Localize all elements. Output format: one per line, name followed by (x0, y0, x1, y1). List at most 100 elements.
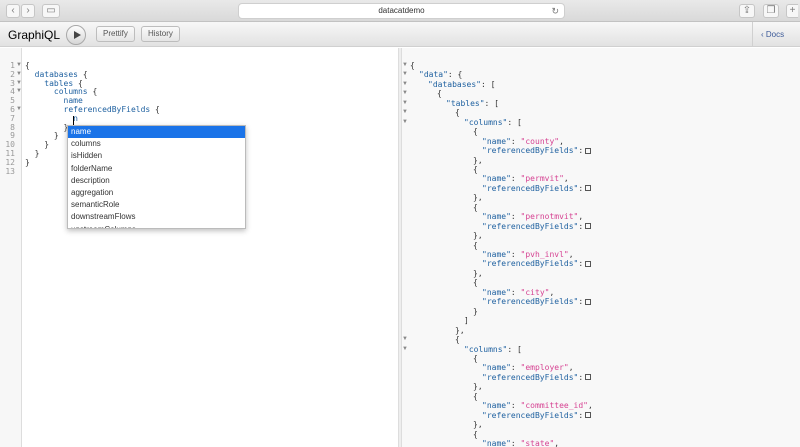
json-string-value: "permvit" (520, 174, 564, 184)
json-punctuation: }, (455, 325, 465, 335)
query-line[interactable]: n (25, 114, 78, 123)
result-line: "name": "pvh_invl", (482, 250, 574, 259)
json-key: "referencedByFields" (482, 146, 579, 156)
line-number: 11 (5, 149, 15, 158)
autocomplete-dropdown[interactable]: name columns isHidden folderName description… (67, 125, 246, 229)
json-punctuation: : (578, 410, 584, 420)
autocomplete-item[interactable]: description (68, 175, 245, 187)
query-line[interactable]: { (25, 61, 30, 70)
line-number: 6 (10, 105, 15, 114)
result-line: { (410, 61, 415, 70)
text-cursor (73, 116, 74, 125)
fold-arrow-icon[interactable]: ▼ (402, 346, 408, 352)
autocomplete-item[interactable]: isHidden (68, 150, 245, 162)
fold-arrow-icon[interactable]: ▼ (402, 71, 408, 77)
json-key: "referencedByFields" (482, 183, 579, 193)
autocomplete-item[interactable]: downstreamFlows (68, 211, 245, 223)
result-line: "name": "committee_id", (482, 401, 593, 411)
reload-icon[interactable]: ↻ (551, 4, 559, 18)
empty-array-icon (585, 223, 592, 230)
json-string-value: "county" (520, 136, 560, 146)
empty-array-icon (585, 185, 592, 192)
result-line: "name": "county", (482, 136, 564, 146)
line-number: 2 (10, 69, 15, 79)
query-line[interactable]: referencedByFields { (25, 105, 160, 114)
query-line[interactable]: } (25, 140, 49, 149)
fold-arrow-icon[interactable]: ▼ (402, 109, 408, 115)
query-line[interactable]: } (25, 158, 30, 167)
fold-arrow-icon[interactable]: ▼ (402, 100, 408, 106)
result-line: "data": { (419, 70, 462, 79)
fold-arrow-icon[interactable]: ▼ (402, 62, 408, 68)
result-line: }, (473, 193, 483, 202)
json-punctuation: , (568, 250, 574, 259)
share-icon[interactable]: ⇪ (739, 4, 755, 18)
json-punctuation: { (473, 240, 478, 250)
query-line[interactable]: } (25, 131, 59, 140)
fold-arrow-icon[interactable]: ▼ (16, 62, 22, 68)
fold-arrow-icon[interactable]: ▼ (16, 88, 22, 94)
json-punctuation: : (578, 259, 584, 269)
fold-arrow-icon[interactable]: ▼ (402, 119, 408, 125)
query-editor[interactable]: 1 ▼ 2 ▼ 3 ▼ 4 ▼ 5 6 ▼ 7 8 9 10 11 12 13 { databases { tab… (0, 48, 400, 447)
empty-array-icon (585, 298, 592, 305)
fold-arrow-icon[interactable]: ▼ (402, 81, 408, 87)
autocomplete-item[interactable]: semanticRole (68, 199, 245, 211)
line-number-gutter: 1 ▼ 2 ▼ 3 ▼ 4 ▼ 5 6 ▼ 7 8 9 10 11 12 13 (0, 48, 22, 447)
json-string-value: "pvh_invl" (520, 250, 569, 259)
json-punctuation: { (410, 61, 415, 70)
result-line: { (473, 165, 478, 174)
json-key: "databases" (428, 79, 481, 89)
json-punctuation: { (473, 202, 478, 212)
json-punctuation: }, (473, 382, 483, 392)
line-number: 8 (10, 122, 15, 132)
json-string-value: "city" (520, 287, 550, 297)
result-line: }, (473, 231, 483, 240)
fold-arrow-icon[interactable]: ▼ (402, 90, 408, 96)
new-tab-icon[interactable]: + (786, 4, 798, 18)
result-line: { (473, 241, 478, 250)
line-number: 9 (10, 131, 15, 141)
tabs-overview-icon[interactable]: ❐ (763, 4, 779, 18)
json-punctuation: }, (473, 268, 483, 278)
query-line[interactable]: databases { (25, 70, 88, 79)
sidebar-toggle-icon[interactable]: ▭ (42, 4, 60, 18)
forward-button[interactable]: › (21, 4, 35, 18)
query-line[interactable]: } (25, 123, 69, 132)
autocomplete-item[interactable]: upstreamColumns (68, 224, 245, 229)
query-line[interactable]: name (25, 96, 83, 105)
fold-arrow-icon[interactable]: ▼ (16, 80, 22, 86)
autocomplete-item[interactable]: name (68, 126, 245, 139)
json-punctuation: , (587, 401, 593, 411)
result-line: ] (464, 316, 469, 325)
json-punctuation: : [ (484, 98, 499, 108)
result-line: }, (473, 156, 483, 165)
json-punctuation: }, (473, 193, 483, 203)
query-line[interactable]: } (25, 149, 40, 158)
field-token: databases (34, 69, 78, 79)
json-punctuation: , (568, 363, 574, 373)
empty-array-icon (585, 260, 592, 267)
field-token: name (63, 96, 83, 106)
fold-arrow-icon[interactable]: ▼ (16, 71, 22, 77)
execute-query-button[interactable] (66, 25, 86, 45)
autocomplete-item[interactable]: columns (68, 138, 245, 150)
address-bar[interactable]: datacatdemo ↻ (238, 3, 565, 19)
prettify-button[interactable]: Prettify (96, 26, 135, 42)
query-line[interactable]: columns { (25, 87, 97, 96)
fold-arrow-icon[interactable]: ▼ (402, 336, 408, 342)
docs-button[interactable]: ‹ Docs (752, 22, 800, 47)
json-punctuation: }, (473, 155, 483, 165)
empty-array-icon (585, 412, 592, 419)
line-number: 12 (5, 157, 15, 167)
history-button[interactable]: History (141, 26, 180, 42)
json-key: "name" (482, 287, 511, 297)
json-key: "name" (482, 250, 511, 259)
json-punctuation: : [ (507, 117, 522, 127)
back-button[interactable]: ‹ (6, 4, 20, 18)
fold-arrow-icon[interactable]: ▼ (16, 106, 22, 112)
json-string-value: "pernotmvit" (520, 212, 579, 222)
autocomplete-item[interactable]: folderName (68, 163, 245, 175)
autocomplete-item[interactable]: aggregation (68, 187, 245, 199)
query-line[interactable]: tables { (25, 79, 83, 88)
